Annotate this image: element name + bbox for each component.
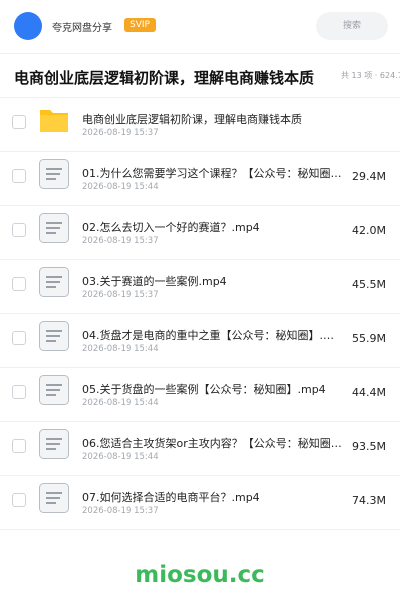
item-date: 2026-08-19 15:44 xyxy=(82,344,159,354)
row-checkbox[interactable] xyxy=(12,331,26,345)
item-name: 04.货盘才是电商的重中之重【公众号：秘知圈】.mp4 xyxy=(82,329,344,342)
row-checkbox[interactable] xyxy=(12,277,26,291)
row-checkbox[interactable] xyxy=(12,223,26,237)
folder-icon xyxy=(40,110,68,132)
list-item[interactable]: 07.如何选择合适的电商平台？.mp4 2026-08-19 15:37 74.… xyxy=(0,476,400,530)
list-item[interactable]: 01.为什么您需要学习这个课程？【公众号：秘知圈】.mp4 2026-08-19… xyxy=(0,152,400,206)
list-item[interactable]: 02.怎么去切入一个好的赛道？.mp4 2026-08-19 15:37 42.… xyxy=(0,206,400,260)
folder-title-bar: 电商创业底层逻辑初阶课，理解电商赚钱本质 共 13 项 · 624.7M xyxy=(0,54,400,98)
list-item[interactable]: 04.货盘才是电商的重中之重【公众号：秘知圈】.mp4 2026-08-19 1… xyxy=(0,314,400,368)
item-size: 44.4M xyxy=(352,386,386,399)
item-date: 2026-08-19 15:37 xyxy=(82,236,159,246)
page-title: 电商创业底层逻辑初阶课，理解电商赚钱本质 xyxy=(14,69,315,87)
item-name: 电商创业底层逻辑初阶课，理解电商赚钱本质 xyxy=(82,113,302,126)
svip-badge: SVIP xyxy=(124,18,156,32)
search-input[interactable]: 搜索 xyxy=(316,12,388,40)
row-checkbox[interactable] xyxy=(12,115,26,129)
file-doc-icon xyxy=(39,321,69,351)
row-checkbox[interactable] xyxy=(12,493,26,507)
item-size: 55.9M xyxy=(352,332,386,345)
item-size: 42.0M xyxy=(352,224,386,237)
file-doc-icon xyxy=(39,213,69,243)
row-checkbox[interactable] xyxy=(12,385,26,399)
row-checkbox[interactable] xyxy=(12,169,26,183)
header-bar: 夸克网盘分享 SVIP 搜索 xyxy=(0,0,400,54)
item-name: 03.关于赛道的一些案例.mp4 xyxy=(82,275,227,288)
list-item[interactable]: 电商创业底层逻辑初阶课，理解电商赚钱本质 2026-08-19 15:37 xyxy=(0,98,400,152)
item-name: 02.怎么去切入一个好的赛道？.mp4 xyxy=(82,221,260,234)
file-doc-icon xyxy=(39,375,69,405)
item-date: 2026-08-19 15:37 xyxy=(82,506,159,516)
list-item[interactable]: 06.您适合主攻货架or主攻内容？【公众号：秘知圈】.mp4 2026-08-1… xyxy=(0,422,400,476)
file-doc-icon xyxy=(39,483,69,513)
item-name: 05.关于货盘的一些案例【公众号：秘知圈】.mp4 xyxy=(82,383,326,396)
item-date: 2026-08-19 15:37 xyxy=(82,290,159,300)
item-date: 2026-08-19 15:37 xyxy=(82,128,159,138)
item-size: 45.5M xyxy=(352,278,386,291)
list-item[interactable]: 03.关于赛道的一些案例.mp4 2026-08-19 15:37 45.5M xyxy=(0,260,400,314)
item-date: 2026-08-19 15:44 xyxy=(82,452,159,462)
item-size: 74.3M xyxy=(352,494,386,507)
item-date: 2026-08-19 15:44 xyxy=(82,182,159,192)
item-name: 07.如何选择合适的电商平台？.mp4 xyxy=(82,491,260,504)
app-title: 夸克网盘分享 xyxy=(52,23,112,34)
file-doc-icon xyxy=(39,159,69,189)
watermark: miosou.cc xyxy=(135,562,265,588)
folder-meta: 共 13 项 · 624.7M xyxy=(341,71,400,80)
item-size: 29.4M xyxy=(352,170,386,183)
row-checkbox[interactable] xyxy=(12,439,26,453)
avatar[interactable] xyxy=(14,12,42,40)
list-item[interactable]: 05.关于货盘的一些案例【公众号：秘知圈】.mp4 2026-08-19 15:… xyxy=(0,368,400,422)
file-doc-icon xyxy=(39,267,69,297)
file-doc-icon xyxy=(39,429,69,459)
item-name: 06.您适合主攻货架or主攻内容？【公众号：秘知圈】.mp4 xyxy=(82,437,344,450)
item-date: 2026-08-19 15:44 xyxy=(82,398,159,408)
item-size: 93.5M xyxy=(352,440,386,453)
item-name: 01.为什么您需要学习这个课程？【公众号：秘知圈】.mp4 xyxy=(82,167,344,180)
